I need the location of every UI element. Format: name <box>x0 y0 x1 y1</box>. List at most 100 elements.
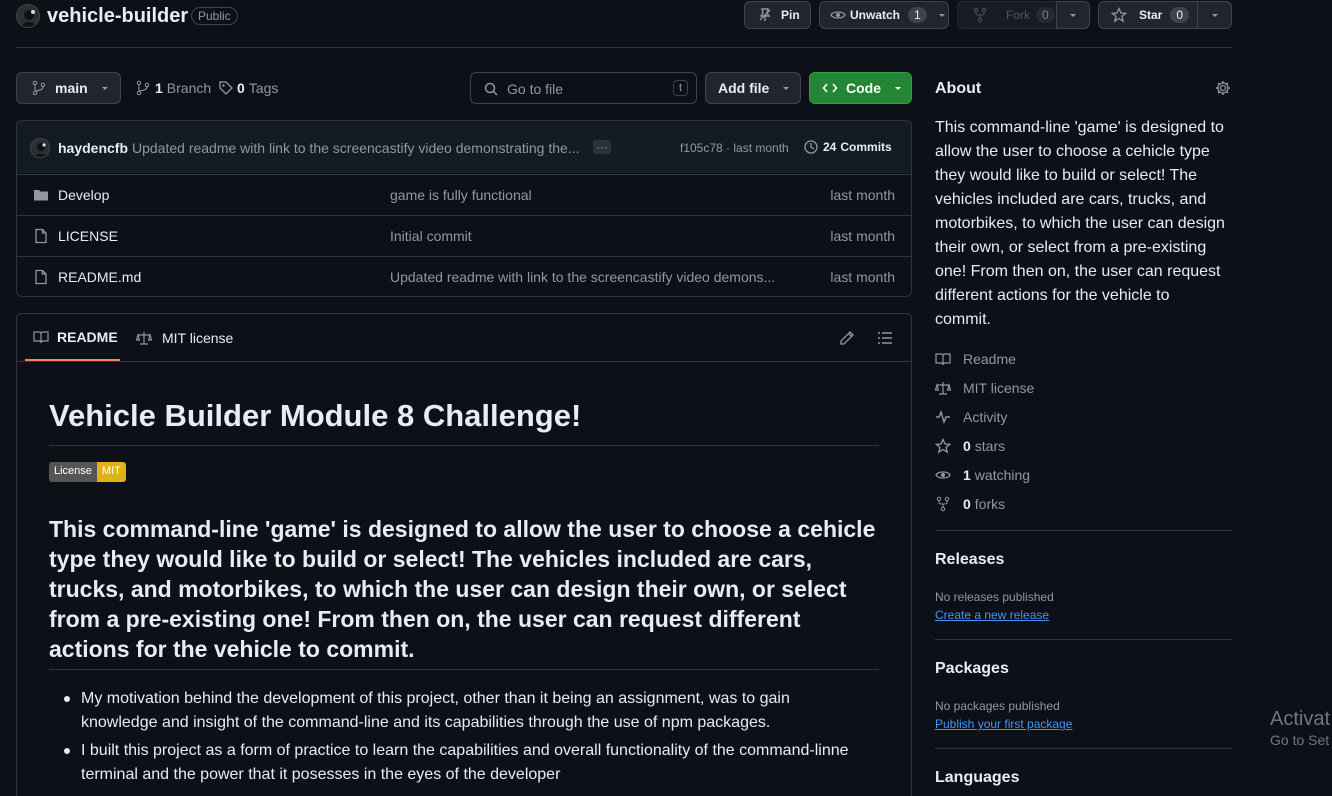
readme-title-divider <box>49 445 879 446</box>
file-commit-message[interactable]: Initial commit <box>390 228 472 244</box>
license-badge[interactable]: License MIT <box>49 462 126 482</box>
code-label: Code <box>846 80 881 96</box>
chevron-down-icon <box>893 83 903 93</box>
watching-label: watching <box>974 467 1031 483</box>
description-line: allow the user to choose a cehicle type <box>935 143 1210 160</box>
heading-line: trucks, and motorbikes, to which the use… <box>49 576 847 602</box>
readme-list-item: I built this project as a form of practi… <box>81 739 881 787</box>
eye-icon <box>935 467 951 483</box>
list-item-line: knowledge and insight of the command-lin… <box>81 714 771 731</box>
commit-message[interactable]: Updated readme with link to the screenca… <box>132 140 584 156</box>
code-button[interactable]: Code <box>809 72 912 104</box>
heading-line: type they would like to build or select!… <box>49 546 813 572</box>
commit-author[interactable]: haydencfb <box>58 140 128 156</box>
forks-label: forks <box>974 496 1006 512</box>
create-release-link[interactable]: Create a new release <box>935 608 1049 622</box>
packages-title[interactable]: Packages <box>935 660 1009 678</box>
readme-heading-divider <box>49 669 879 670</box>
file-row-license[interactable]: LICENSE Initial commit last month <box>17 215 911 256</box>
readme-title: Vehicle Builder Module 8 Challenge! <box>49 398 582 433</box>
languages-title: Languages <box>935 769 1020 786</box>
commits-link[interactable]: 24 Commits <box>803 139 892 155</box>
about-readme-link[interactable]: Readme <box>935 351 1016 367</box>
unwatch-button[interactable]: Unwatch 1 <box>819 1 949 29</box>
heading-line: from a pre-existing one! From then on, t… <box>49 606 801 632</box>
eye-icon <box>830 7 846 23</box>
chevron-down-icon <box>781 83 791 93</box>
about-settings-button[interactable] <box>1215 80 1231 96</box>
sidebar-divider <box>935 748 1232 749</box>
file-icon <box>33 228 49 244</box>
tab-readme-label: README <box>57 328 118 345</box>
heading-line: actions for the vehicle to commit. <box>49 636 415 662</box>
description-line: commit. <box>935 311 991 328</box>
branch-label: Branch <box>166 80 212 96</box>
description-line: different actions for the vehicle to <box>935 287 1170 304</box>
star-icon <box>935 438 951 454</box>
header-divider <box>16 47 1232 48</box>
pin-button[interactable]: Pin <box>744 1 811 29</box>
sidebar-divider <box>935 530 1232 531</box>
fork-button[interactable]: Fork 0 <box>957 1 1057 29</box>
file-commit-message[interactable]: game is fully functional <box>390 187 532 203</box>
branch-selector[interactable]: main <box>16 72 121 104</box>
unwatch-count: 1 <box>908 7 927 23</box>
tab-license[interactable]: MIT license <box>136 330 233 346</box>
go-to-file-search[interactable]: Go to file t <box>470 72 697 104</box>
chevron-down-icon <box>937 10 947 20</box>
author-avatar[interactable] <box>30 138 50 158</box>
tag-count: 0 <box>237 80 245 96</box>
publish-package-link[interactable]: Publish your first package <box>935 717 1072 731</box>
about-license-link[interactable]: MIT license <box>935 380 1034 396</box>
file-commit-message[interactable]: Updated readme with link to the screenca… <box>390 269 775 285</box>
tags-link[interactable]: 0 Tags <box>218 80 278 96</box>
commits-count: 24 <box>823 140 837 154</box>
fork-icon <box>972 7 988 23</box>
commit-hash-time[interactable]: f105c78 · last month <box>680 141 789 155</box>
badge-value: MIT <box>96 462 126 482</box>
pin-label: Pin <box>781 8 800 22</box>
star-icon <box>1111 7 1127 23</box>
file-icon <box>33 269 49 285</box>
activity-link-label: Activity <box>963 409 1008 425</box>
book-icon <box>33 329 49 345</box>
outline-button[interactable] <box>877 330 893 346</box>
readme-tab-divider <box>17 361 911 362</box>
file-row-readme[interactable]: README.md Updated readme with link to th… <box>17 256 911 297</box>
fork-icon <box>935 496 951 512</box>
file-name[interactable]: Develop <box>58 187 109 203</box>
chevron-down-icon <box>1210 10 1220 20</box>
about-watching-link[interactable]: 1 watching <box>935 467 1030 483</box>
edit-readme-button[interactable] <box>839 330 855 346</box>
file-row-develop[interactable]: Develop game is fully functional last mo… <box>17 174 911 215</box>
star-button[interactable]: Star 0 <box>1098 1 1198 29</box>
tab-readme[interactable]: README <box>25 314 120 361</box>
repo-name[interactable]: vehicle-builder <box>47 5 188 28</box>
readme-link-label: Readme <box>963 351 1016 367</box>
about-stars-link[interactable]: 0 stars <box>935 438 1005 454</box>
releases-title[interactable]: Releases <box>935 551 1004 569</box>
visibility-badge: Public <box>191 7 238 25</box>
branch-count: 1 <box>155 80 163 96</box>
tag-label: Tags <box>248 80 279 96</box>
list-item-line: My motivation behind the development of … <box>81 690 790 707</box>
file-name[interactable]: LICENSE <box>58 228 118 244</box>
file-name[interactable]: README.md <box>58 269 141 285</box>
about-activity-link[interactable]: Activity <box>935 409 1007 425</box>
branch-icon <box>135 80 151 96</box>
add-file-label: Add file <box>718 80 770 96</box>
branches-link[interactable]: 1 Branch <box>135 80 211 96</box>
pencil-icon <box>839 330 855 346</box>
activation-watermark-line1: Activat <box>1270 708 1331 730</box>
fork-dropdown-button[interactable] <box>1056 1 1090 29</box>
search-placeholder: Go to file <box>507 81 564 97</box>
star-dropdown-button[interactable] <box>1197 1 1232 29</box>
readme-heading: This command-line 'game' is designed to … <box>49 514 889 664</box>
repo-avatar[interactable] <box>16 4 40 28</box>
commit-expand-button[interactable]: ··· <box>593 140 611 154</box>
search-shortcut-key: t <box>673 80 689 96</box>
description-line: This command-line 'game' is designed to <box>935 119 1224 136</box>
add-file-button[interactable]: Add file <box>705 72 801 104</box>
about-forks-link[interactable]: 0 forks <box>935 496 1005 512</box>
forks-count: 0 <box>963 496 971 512</box>
